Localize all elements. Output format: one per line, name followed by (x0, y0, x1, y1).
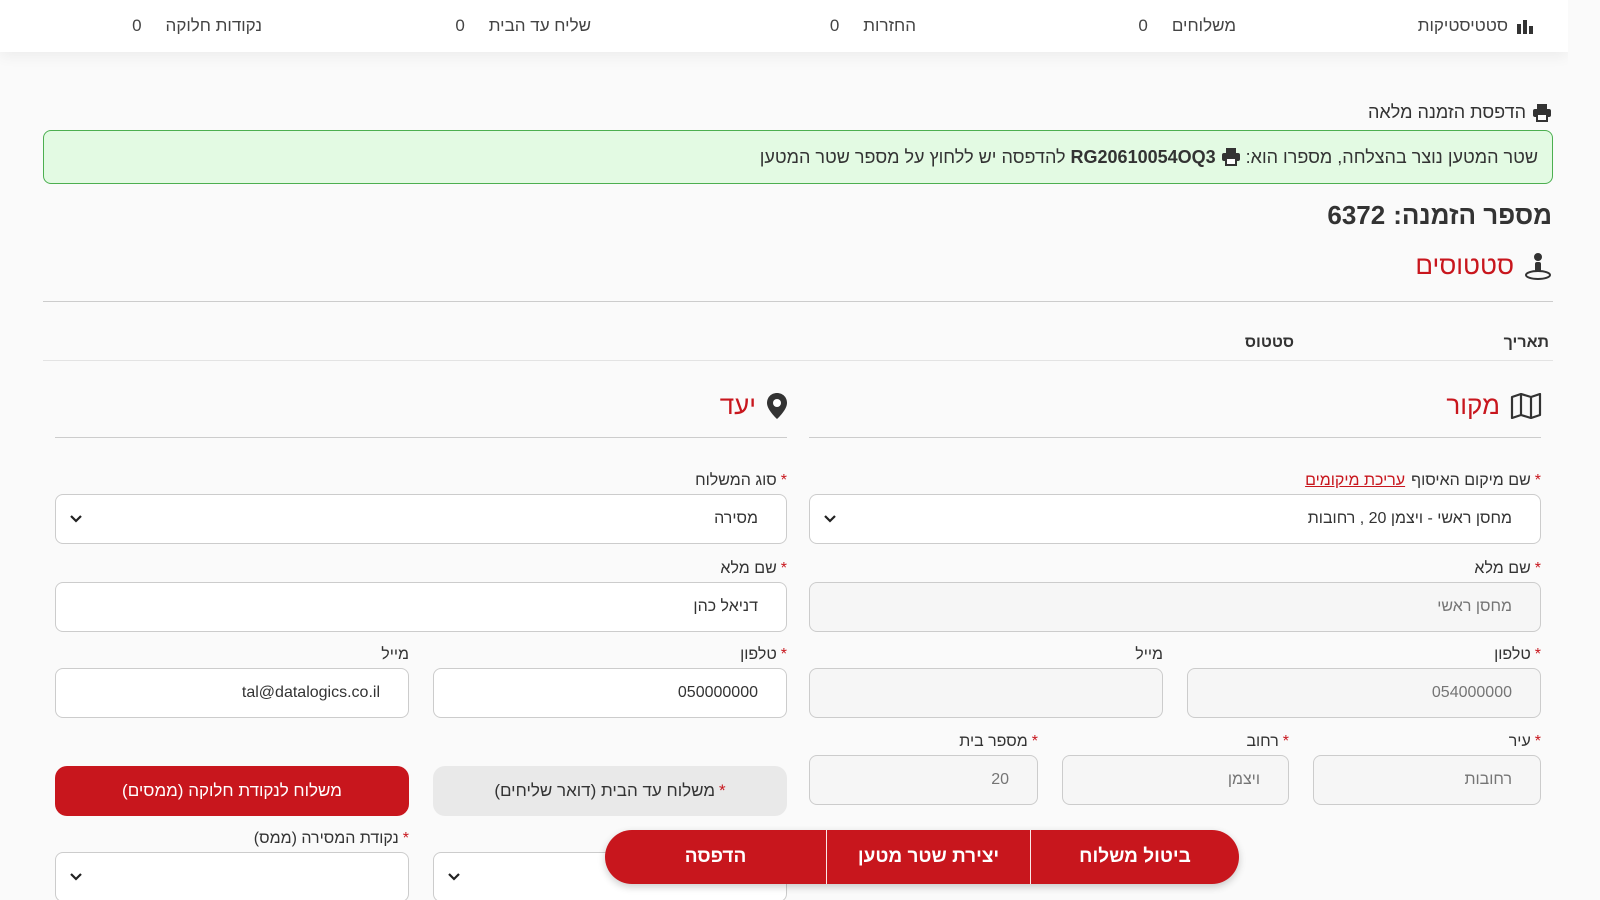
chevron-down-icon (824, 515, 836, 523)
city-input[interactable] (1313, 755, 1541, 805)
shipment-type-select[interactable]: מסירה (55, 494, 787, 544)
chevron-down-icon (70, 873, 82, 881)
col-header-date: תאריך (1503, 334, 1549, 351)
stat-home-courier-count: 0 (455, 16, 465, 35)
order-number-label: מספר הזמנה: (1393, 200, 1552, 230)
source-phone-input[interactable] (1187, 668, 1541, 718)
stat-shipments-count: 0 (1138, 16, 1148, 35)
stat-home-courier-label: שליח עד הבית (488, 16, 591, 35)
house-number-input[interactable] (809, 755, 1038, 805)
destination-phone-label: *טלפון (740, 646, 787, 663)
city-label: *עיר (1508, 733, 1541, 750)
stat-shipments-label: משלוחים (1171, 16, 1236, 35)
source-heading: מקור (1446, 390, 1542, 421)
stat-returns-count: 0 (829, 16, 840, 35)
order-number-value: 6372 (1327, 200, 1386, 230)
street-input[interactable] (1062, 755, 1289, 805)
map-pin-icon (767, 392, 787, 419)
alert-text-after: להדפסה יש ללחוץ על מספר שטר המטען (759, 146, 1066, 167)
source-full-name-input[interactable] (809, 582, 1541, 632)
destination-full-name-input[interactable] (55, 582, 787, 632)
pickup-location-value: מחסן ראשי - ויצמן 20 , רחובות (1307, 510, 1512, 527)
source-email-input[interactable] (809, 668, 1163, 718)
destination-email-label: מייל (381, 646, 409, 663)
source-email-label: מייל (1135, 646, 1163, 663)
stat-home-courier[interactable]: שליח עד הבית 0 (455, 16, 591, 36)
destination-heading: יעד (720, 390, 788, 421)
print-full-order-label: הדפסת הזמנה מלאה (1368, 102, 1526, 122)
delivery-point-label: *נקודת המסירה (ממס) (253, 830, 409, 847)
stat-pickup-points-count: 0 (132, 16, 142, 35)
stat-returns[interactable]: החזרות 0 (830, 16, 916, 36)
home-delivery-button[interactable]: * משלוח עד הבית (דואר שליחים) (433, 766, 787, 816)
stat-returns-label: החזרות (863, 16, 916, 35)
printer-icon (1221, 148, 1240, 166)
pickup-point-button[interactable]: משלוח לנקודת חלוקה (ממסים) (55, 766, 409, 816)
shipment-type-label: *סוג המשלוח (695, 472, 787, 489)
delivery-point-select[interactable] (55, 852, 409, 900)
print-button[interactable]: הדפסה (605, 830, 826, 884)
destination-full-name-label: *שם מלא (720, 560, 787, 577)
floating-action-bar: ביטול משלוח יצירת שטר מטען הדפסה (605, 830, 1239, 884)
home-delivery-label: משלוח עד הבית (דואר שליחים) (494, 781, 716, 800)
source-phone-label: *טלפון (1494, 646, 1541, 663)
create-waybill-button[interactable]: יצירת שטר מטען (827, 830, 1030, 884)
top-stats-bar: סטטיסטיקות משלוחים 0 החזרות 0 שליח עד הב… (0, 0, 1568, 52)
street-label: *רחוב (1246, 733, 1289, 750)
chevron-down-icon (70, 515, 82, 523)
printer-icon (1533, 103, 1551, 122)
cancel-shipment-button[interactable]: ביטול משלוח (1031, 830, 1239, 884)
print-full-order-link[interactable]: הדפסת הזמנה מלאה (1368, 102, 1552, 123)
alert-text-before: שטר המטען נוצר בהצלחה, מספרו הוא: (1245, 146, 1538, 167)
stat-statistics-label: סטטיסטיקות (1417, 16, 1508, 35)
destination-divider (55, 437, 787, 438)
pickup-point-label: משלוח לנקודת חלוקה (ממסים) (122, 781, 342, 800)
statuses-heading: סטטוסים (1415, 250, 1552, 281)
shipment-type-value: מסירה (714, 510, 758, 527)
destination-email-input[interactable] (55, 668, 409, 718)
pickup-location-select[interactable]: מחסן ראשי - ויצמן 20 , רחובות (809, 494, 1541, 544)
chevron-down-icon (448, 873, 460, 881)
map-icon (1510, 392, 1542, 419)
col-header-status: סטטוס (1244, 334, 1294, 351)
statuses-title: סטטוסים (1415, 250, 1514, 280)
divider (1030, 830, 1031, 884)
source-divider (809, 437, 1541, 438)
source-full-name-label: *שם מלא (1474, 560, 1541, 577)
divider (43, 301, 1553, 302)
edit-locations-link[interactable]: עריכת מיקומים (1305, 472, 1405, 489)
divider (43, 360, 1553, 361)
pickup-location-label: *שם מיקום האיסוףעריכת מיקומים (1305, 472, 1541, 489)
source-title: מקור (1446, 390, 1500, 420)
destination-phone-input[interactable] (433, 668, 787, 718)
stat-shipments[interactable]: משלוחים 0 (1138, 16, 1236, 36)
scrollbar-track[interactable] (1568, 0, 1600, 900)
stat-pickup-points[interactable]: נקודות חלוקה 0 (132, 16, 262, 36)
divider (826, 830, 827, 884)
stat-pickup-points-label: נקודות חלוקה (165, 16, 262, 35)
stat-statistics[interactable]: סטטיסטיקות (1418, 16, 1534, 36)
order-number-title: מספר הזמנה: 6372 (1327, 200, 1552, 231)
house-number-label: *מספר בית (959, 733, 1038, 750)
destination-title: יעד (719, 390, 756, 420)
bar-chart-icon (1517, 20, 1533, 34)
success-alert: שטר המטען נוצר בהצלחה, מספרו הוא: RG2061… (43, 130, 1553, 184)
waybill-number-link[interactable]: RG20610054OQ3 (1071, 147, 1216, 168)
person-location-icon (1525, 252, 1551, 280)
